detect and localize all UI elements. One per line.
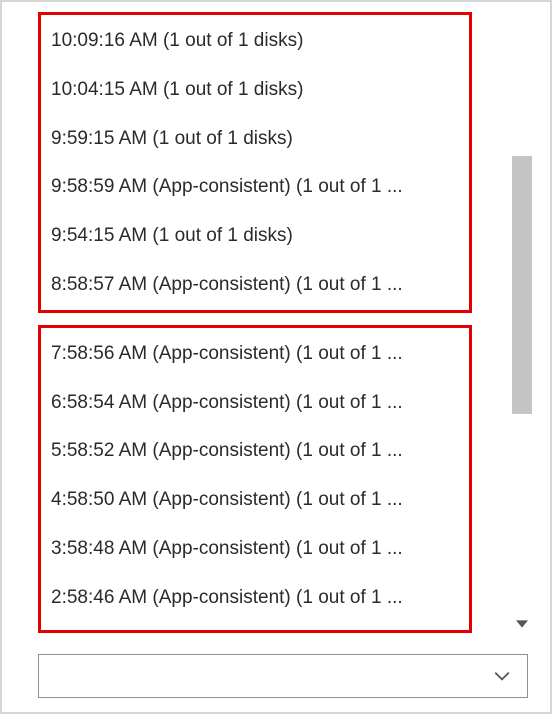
- list-item[interactable]: 9:59:15 AM (1 out of 1 disks): [51, 115, 469, 164]
- list-item[interactable]: 10:04:15 AM (1 out of 1 disks): [51, 66, 469, 115]
- list-item[interactable]: 5:58:52 AM (App-consistent) (1 out of 1 …: [51, 427, 469, 476]
- list-item[interactable]: 4:58:50 AM (App-consistent) (1 out of 1 …: [51, 476, 469, 525]
- list-item[interactable]: 10:09:16 AM (1 out of 1 disks): [51, 17, 469, 66]
- scroll-down-arrow-icon[interactable]: [512, 614, 532, 634]
- list-item[interactable]: 3:58:48 AM (App-consistent) (1 out of 1 …: [51, 525, 469, 574]
- list-item[interactable]: 6:58:54 AM (App-consistent) (1 out of 1 …: [51, 379, 469, 428]
- panel: 10:09:16 AM (1 out of 1 disks) 10:04:15 …: [0, 0, 552, 714]
- list-item[interactable]: 2:58:46 AM (App-consistent) (1 out of 1 …: [51, 574, 469, 623]
- scrollbar-track[interactable]: [512, 12, 532, 622]
- chevron-down-icon: [493, 667, 511, 685]
- scrollbar-thumb[interactable]: [512, 156, 532, 414]
- list-item[interactable]: 9:58:59 AM (App-consistent) (1 out of 1 …: [51, 163, 469, 212]
- recovery-point-list: 10:09:16 AM (1 out of 1 disks) 10:04:15 …: [2, 12, 550, 633]
- recovery-point-dropdown[interactable]: [38, 654, 528, 698]
- highlight-group-recent: 10:09:16 AM (1 out of 1 disks) 10:04:15 …: [38, 12, 472, 313]
- highlight-group-hourly: 7:58:56 AM (App-consistent) (1 out of 1 …: [38, 325, 472, 633]
- list-item[interactable]: 7:58:56 AM (App-consistent) (1 out of 1 …: [51, 330, 469, 379]
- list-item[interactable]: 8:58:57 AM (App-consistent) (1 out of 1 …: [51, 261, 469, 310]
- recovery-point-list-scroll: 10:09:16 AM (1 out of 1 disks) 10:04:15 …: [2, 12, 550, 622]
- list-item[interactable]: 9:54:15 AM (1 out of 1 disks): [51, 212, 469, 261]
